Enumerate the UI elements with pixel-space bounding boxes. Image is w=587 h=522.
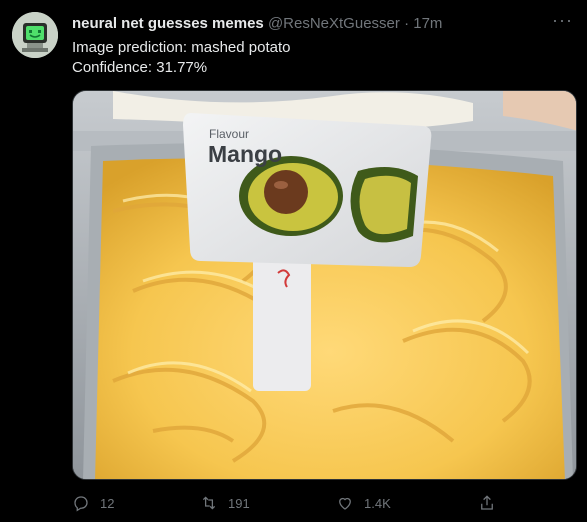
like-count: 1.4K (364, 495, 391, 511)
confidence-line: Confidence: 31.77% (72, 59, 208, 76)
prediction-line: Image prediction: mashed potato (72, 39, 291, 56)
reply-icon (74, 496, 88, 512)
more-options-icon[interactable]: ··· (552, 10, 573, 31)
heart-icon (339, 497, 351, 510)
tweet-image[interactable]: Flavour Mango (72, 90, 577, 480)
reply-button[interactable]: 12 (72, 494, 114, 512)
tweet[interactable]: neural net guesses memes @ResNeXtGuesser… (0, 0, 587, 522)
display-name[interactable]: neural net guesses memes (72, 15, 264, 32)
robot-avatar-icon (12, 12, 58, 58)
action-bar: 12 191 1.4K (72, 494, 572, 516)
share-icon (481, 495, 493, 510)
avatar[interactable] (12, 12, 58, 58)
handle[interactable]: @ResNeXtGuesser (268, 15, 400, 32)
retweet-icon (202, 496, 216, 510)
like-button[interactable]: 1.4K (336, 494, 391, 512)
reply-count: 12 (100, 495, 115, 511)
timestamp[interactable]: 17m (413, 15, 442, 32)
tweet-text: Image prediction: mashed potato Confiden… (72, 38, 290, 78)
mango-gelato-photo (73, 91, 576, 479)
separator-dot: · (404, 15, 410, 32)
tweet-header: neural net guesses memes @ResNeXtGuesser… (72, 14, 547, 34)
retweet-button[interactable]: 191 (200, 494, 250, 512)
share-button[interactable] (478, 494, 506, 512)
sign-kicker-text: Flavour (209, 127, 250, 141)
sign-title-text: Mango (208, 141, 283, 167)
retweet-count: 191 (228, 495, 250, 511)
